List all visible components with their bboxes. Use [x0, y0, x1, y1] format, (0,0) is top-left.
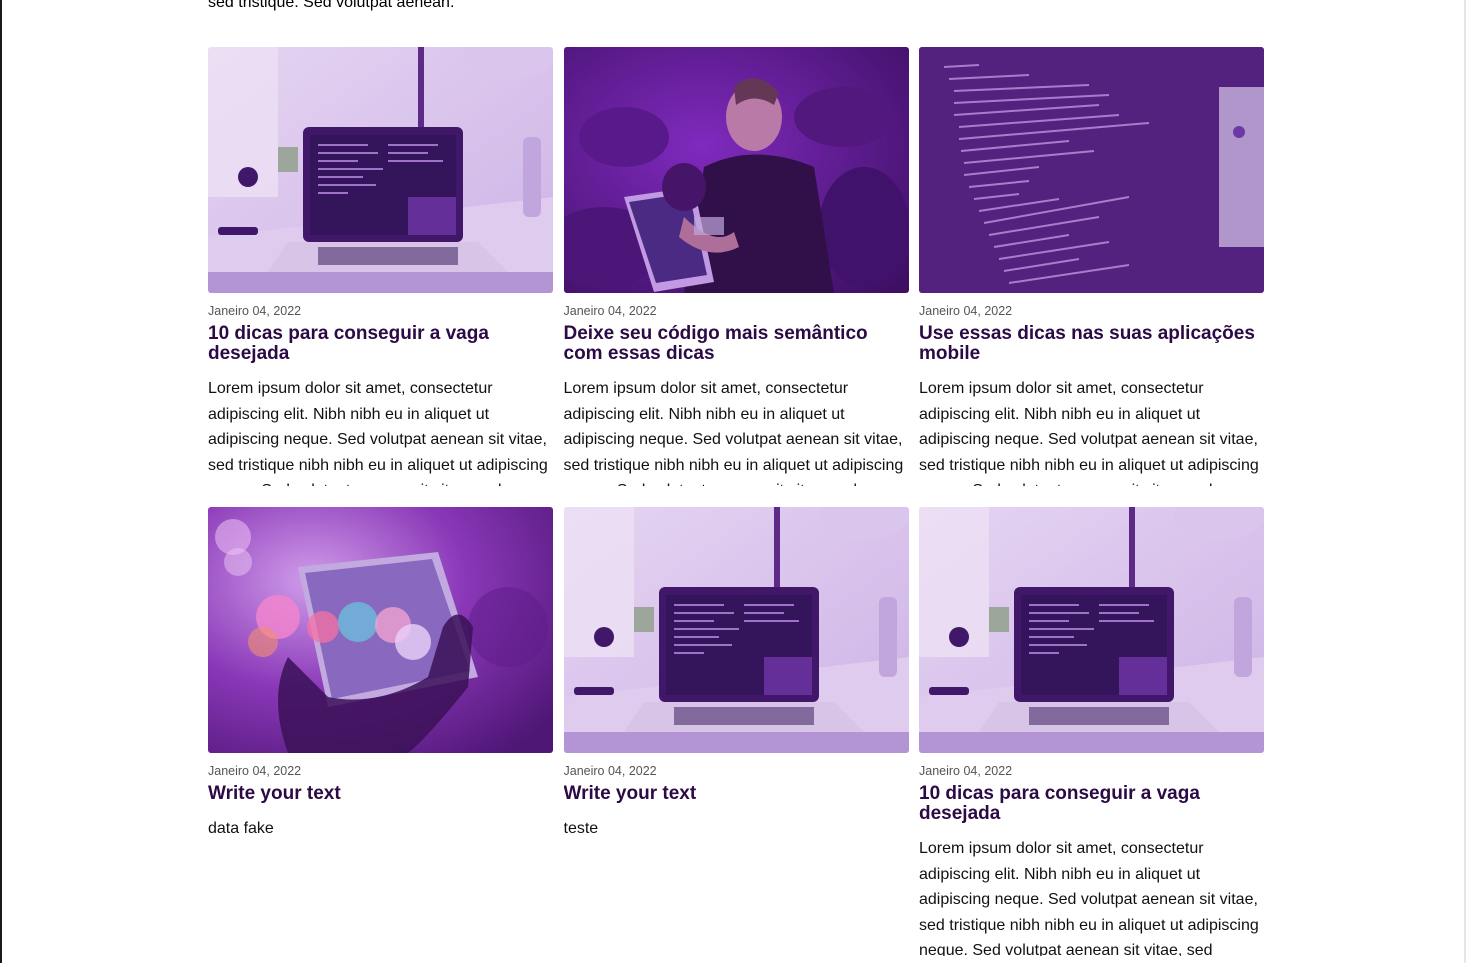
- post-card[interactable]: Janeiro 04, 2022 Use essas dicas nas sua…: [919, 47, 1264, 493]
- laptop-desk-image: [919, 507, 1264, 753]
- post-date: Janeiro 04, 2022: [563, 764, 657, 778]
- post-thumbnail[interactable]: [208, 47, 553, 293]
- post-excerpt: teste: [563, 820, 599, 837]
- post-thumbnail[interactable]: [563, 507, 909, 753]
- man-coding-image: [563, 47, 909, 293]
- previous-excerpt-fragment: sed tristique. Sed volutpat aenean.: [208, 0, 455, 11]
- post-title[interactable]: Deixe seu código mais semântico com essa…: [564, 324, 909, 364]
- post-title[interactable]: Write your text: [208, 784, 553, 804]
- post-card[interactable]: Janeiro 04, 2022 Write your text data fa…: [208, 507, 553, 953]
- post-date: Janeiro 04, 2022: [919, 304, 1013, 318]
- post-card[interactable]: Janeiro 04, 2022 Write your text teste: [563, 507, 909, 953]
- blog-post-grid: Janeiro 04, 2022 10 dicas para conseguir…: [208, 47, 1264, 963]
- post-date: Janeiro 04, 2022: [208, 304, 302, 318]
- post-excerpt: data fake: [208, 820, 274, 837]
- post-title[interactable]: 10 dicas para conseguir a vaga desejada: [919, 784, 1264, 824]
- post-excerpt: Lorem ipsum dolor sit amet, consectetur …: [208, 380, 548, 486]
- laptop-desk-image: [208, 47, 553, 293]
- post-thumbnail[interactable]: [919, 47, 1264, 293]
- post-excerpt: Lorem ipsum dolor sit amet, consectetur …: [563, 380, 904, 486]
- page-frame: sed tristique. Sed volutpat aenean. Jane…: [0, 0, 1466, 963]
- post-thumbnail[interactable]: [208, 507, 553, 753]
- post-card[interactable]: Janeiro 04, 2022 10 dicas para conseguir…: [208, 47, 553, 493]
- post-date: Janeiro 04, 2022: [563, 304, 657, 318]
- post-date: Janeiro 04, 2022: [208, 764, 302, 778]
- post-thumbnail[interactable]: [563, 47, 909, 293]
- post-title[interactable]: 10 dicas para conseguir a vaga desejada: [208, 324, 553, 364]
- laptop-desk-image: [563, 507, 909, 753]
- post-card[interactable]: Janeiro 04, 2022 10 dicas para conseguir…: [919, 507, 1264, 963]
- code-screen-image: [919, 47, 1264, 293]
- post-excerpt: Lorem ipsum dolor sit amet, consectetur …: [919, 840, 1259, 956]
- post-card[interactable]: Janeiro 04, 2022 Deixe seu código mais s…: [563, 47, 909, 493]
- post-excerpt: Lorem ipsum dolor sit amet, consectetur …: [919, 380, 1259, 486]
- post-date: Janeiro 04, 2022: [919, 764, 1013, 778]
- phone-bokeh-image: [208, 507, 553, 753]
- post-title[interactable]: Use essas dicas nas suas aplicações mobi…: [919, 324, 1264, 364]
- post-thumbnail[interactable]: [919, 507, 1264, 753]
- post-title[interactable]: Write your text: [564, 784, 909, 804]
